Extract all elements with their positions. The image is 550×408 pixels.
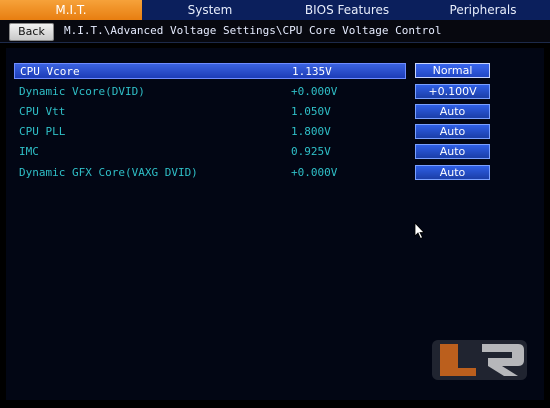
option-button-imc[interactable]: Auto bbox=[415, 144, 490, 159]
tab-mit[interactable]: M.I.T. bbox=[0, 0, 142, 20]
setting-value: +0.000V bbox=[291, 85, 338, 98]
breadcrumb: M.I.T.\Advanced Voltage Settings\CPU Cor… bbox=[64, 24, 442, 37]
back-button[interactable]: Back bbox=[9, 23, 54, 41]
setting-label: CPU Vcore bbox=[20, 65, 80, 78]
setting-label: CPU PLL bbox=[19, 125, 66, 138]
watermark-logo bbox=[432, 340, 527, 380]
setting-label: IMC bbox=[19, 145, 39, 158]
setting-value: +0.000V bbox=[291, 166, 338, 179]
setting-row-cpu-vcore[interactable]: CPU Vcore 1.135V bbox=[14, 63, 406, 79]
setting-label: Dynamic Vcore(DVID) bbox=[19, 85, 145, 98]
option-button-dynamic-vcore[interactable]: +0.100V bbox=[415, 84, 490, 99]
option-button-cpu-vcore[interactable]: Normal bbox=[415, 63, 490, 78]
setting-row-cpu-pll[interactable]: CPU PLL 1.800V bbox=[14, 124, 406, 140]
option-button-cpu-pll[interactable]: Auto bbox=[415, 124, 490, 139]
setting-row-cpu-vtt[interactable]: CPU Vtt 1.050V bbox=[14, 104, 406, 120]
setting-row-imc[interactable]: IMC 0.925V bbox=[14, 144, 406, 160]
tab-bios-features[interactable]: BIOS Features bbox=[278, 0, 416, 20]
setting-value: 1.800V bbox=[291, 125, 331, 138]
setting-label: Dynamic GFX Core(VAXG DVID) bbox=[19, 166, 198, 179]
setting-value: 1.135V bbox=[292, 65, 332, 78]
tab-system[interactable]: System bbox=[142, 0, 278, 20]
setting-value: 0.925V bbox=[291, 145, 331, 158]
option-button-dynamic-gfx-core[interactable]: Auto bbox=[415, 165, 490, 180]
setting-row-dynamic-gfx-core[interactable]: Dynamic GFX Core(VAXG DVID) +0.000V bbox=[14, 165, 406, 181]
mouse-pointer-icon bbox=[414, 222, 425, 240]
top-menu-bar: M.I.T. System BIOS Features Peripherals bbox=[0, 0, 550, 20]
setting-value: 1.050V bbox=[291, 105, 331, 118]
tab-peripherals[interactable]: Peripherals bbox=[416, 0, 550, 20]
setting-row-dynamic-vcore[interactable]: Dynamic Vcore(DVID) +0.000V bbox=[14, 84, 406, 100]
setting-label: CPU Vtt bbox=[19, 105, 66, 118]
option-button-cpu-vtt[interactable]: Auto bbox=[415, 104, 490, 119]
